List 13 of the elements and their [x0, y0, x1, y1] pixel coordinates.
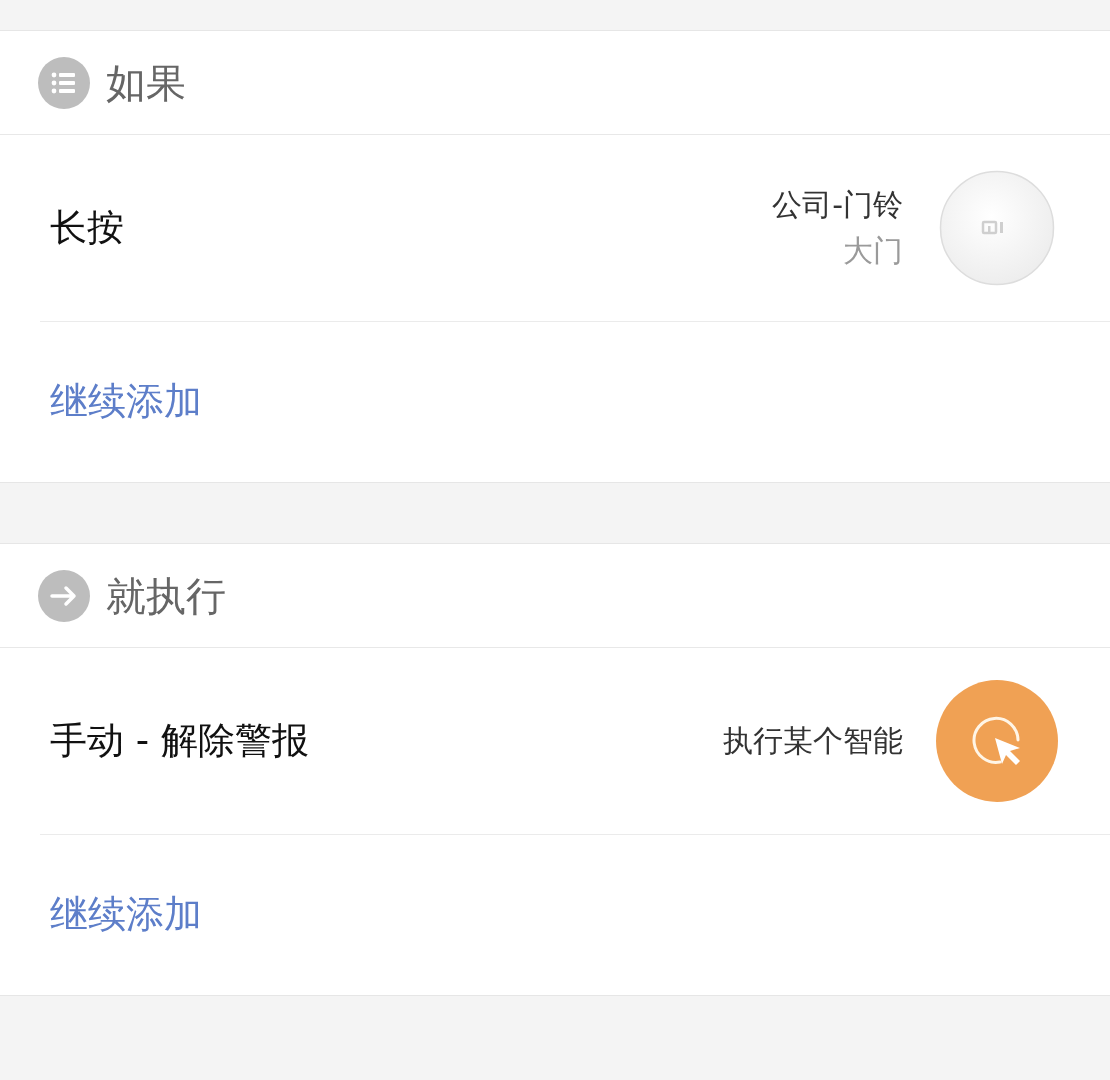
- section-title: 如果: [106, 58, 186, 107]
- section-title: 就执行: [106, 571, 226, 620]
- item-label: 手动 - 解除警报: [50, 718, 309, 764]
- arrow-right-icon: [38, 569, 90, 622]
- add-more-link[interactable]: 继续添加: [50, 379, 202, 425]
- cursor-click-icon: [936, 680, 1058, 802]
- round-button-device-icon: [939, 170, 1055, 286]
- device-name: 执行某个智能: [723, 723, 903, 759]
- item-label: 长按: [50, 205, 124, 251]
- add-more-link[interactable]: 继续添加: [50, 892, 202, 938]
- list-icon: [38, 56, 90, 109]
- device-name: 公司-门铃: [772, 187, 903, 223]
- device-location: 大门: [843, 233, 903, 269]
